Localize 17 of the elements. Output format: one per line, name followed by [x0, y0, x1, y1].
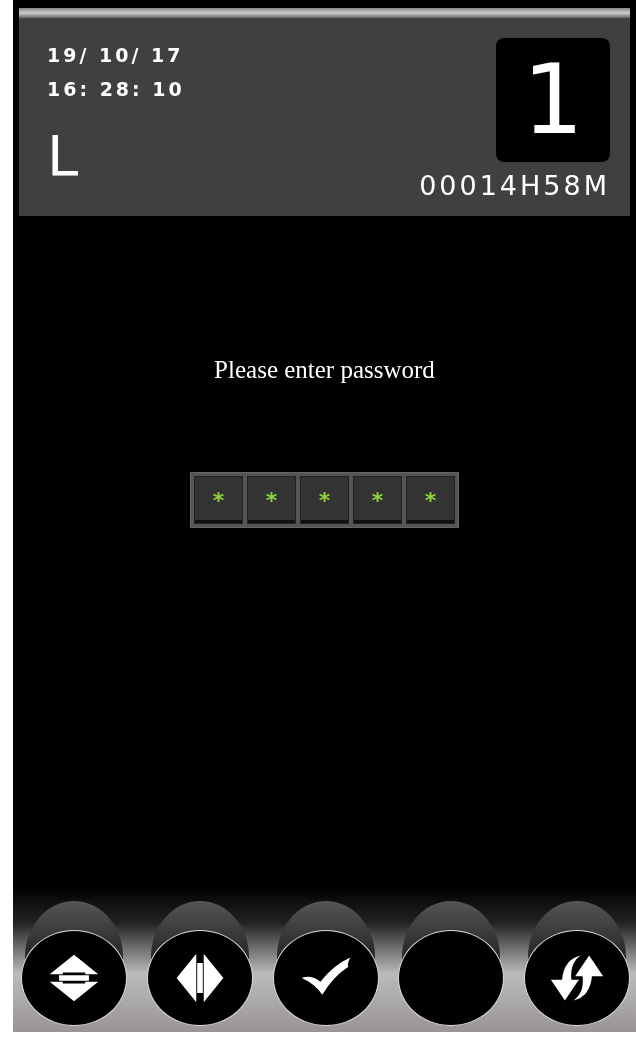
run-time-counter: 00014H58M: [419, 170, 610, 201]
password-prompt: Please enter password: [214, 356, 435, 384]
password-digit: *: [353, 476, 402, 524]
mode-indicator: L: [47, 128, 80, 184]
blank-button[interactable]: [398, 901, 505, 1026]
date-text: 19/ 10/ 17: [47, 43, 185, 68]
icon-button[interactable]: [21, 901, 127, 1026]
time-text: 16: 28: 10: [47, 77, 185, 102]
password-digit: *: [247, 476, 296, 524]
password-digit: *: [300, 476, 349, 524]
icon-button[interactable]: [272, 901, 379, 1026]
number-display: 1: [496, 38, 610, 162]
password-digit: *: [194, 476, 243, 524]
password-field[interactable]: * * * * *: [190, 472, 459, 528]
icon-button[interactable]: [524, 901, 630, 1026]
password-digit: *: [406, 476, 455, 524]
icon-button[interactable]: [146, 901, 253, 1026]
